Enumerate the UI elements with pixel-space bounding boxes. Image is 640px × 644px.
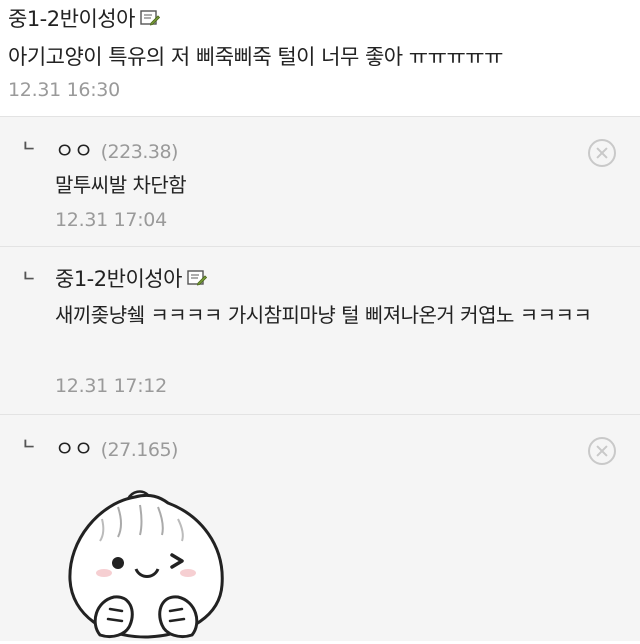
- comment-item: ㄴ ㅇㅇ (223.38) 말투씨발 차단함 12.31 17:04: [0, 116, 640, 247]
- post: 중1-2반이성아 아기고양이 특유의 저 삐죽삐죽 털이 너무 좋아 ㅠㅠㅠㅠㅠ…: [0, 0, 640, 116]
- comment-author[interactable]: ㅇㅇ (223.38): [55, 135, 178, 165]
- comment-author-nickname[interactable]: ㅇㅇ: [55, 139, 93, 163]
- reply-mark: ㄴ: [22, 267, 36, 285]
- reply-mark: ㄴ: [22, 435, 36, 453]
- comment-author-ip: (223.38): [100, 141, 179, 163]
- comment-time: 12.31 17:12: [55, 375, 167, 397]
- dumpling-wink-sticker: [60, 485, 230, 644]
- reply-mark: ㄴ: [22, 137, 36, 155]
- post-author-nickname[interactable]: 중1-2반이성아: [8, 7, 135, 31]
- comment-item: ㄴ 중1-2반이성아 새끼좆냥쉨 ㅋㅋㅋㅋ 가시참피마냥 털 삐져나온거 커엽노…: [0, 246, 640, 415]
- comment-author[interactable]: ㅇㅇ (27.165): [55, 433, 178, 463]
- comment-author-ip: (27.165): [100, 439, 179, 461]
- comment-author[interactable]: 중1-2반이성아: [55, 263, 207, 293]
- comment-text: 말투씨발 차단함: [55, 173, 187, 197]
- post-body: 아기고양이 특유의 저 삐죽삐죽 털이 너무 좋아 ㅠㅠㅠㅠㅠ: [8, 45, 503, 69]
- post-author[interactable]: 중1-2반이성아: [8, 3, 160, 33]
- close-circle-icon[interactable]: [588, 437, 616, 465]
- post-time: 12.31 16:30: [8, 79, 120, 101]
- comment-time: 12.31 17:04: [55, 209, 167, 231]
- memo-icon: [187, 268, 207, 292]
- comment-author-nickname[interactable]: 중1-2반이성아: [55, 267, 182, 291]
- close-circle-icon[interactable]: [588, 139, 616, 167]
- comment-text: 새끼좆냥쉨 ㅋㅋㅋㅋ 가시참피마냥 털 삐져나온거 커엽노 ㅋㅋㅋㅋ: [55, 303, 592, 327]
- memo-icon: [140, 8, 160, 32]
- comment-author-nickname[interactable]: ㅇㅇ: [55, 437, 93, 461]
